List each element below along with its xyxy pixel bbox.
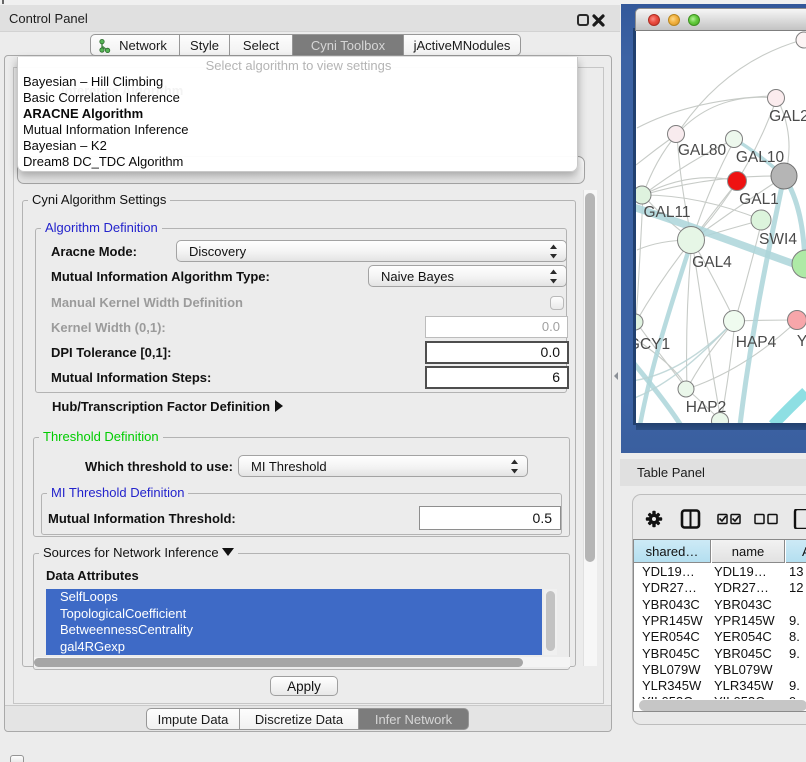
- svg-text:GCY1: GCY1: [636, 336, 670, 353]
- svg-text:Y: Y: [797, 333, 806, 350]
- svg-text:GAL4: GAL4: [692, 254, 732, 271]
- svg-text:HAP2: HAP2: [686, 399, 727, 416]
- svg-text:GAL1: GAL1: [739, 191, 779, 208]
- svg-text:HAP4: HAP4: [736, 334, 777, 351]
- svg-text:GAL11: GAL11: [643, 204, 690, 221]
- svg-text:GAL2: GAL2: [769, 108, 806, 125]
- svg-text:GAL10: GAL10: [736, 149, 785, 166]
- svg-text:GAL80: GAL80: [678, 142, 727, 159]
- svg-text:SWI4: SWI4: [759, 231, 797, 248]
